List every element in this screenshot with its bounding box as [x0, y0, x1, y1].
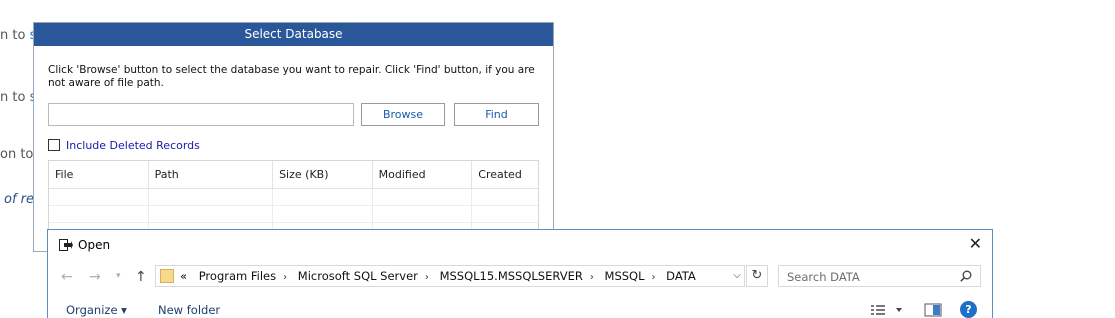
forward-arrow-icon[interactable]: → [89, 269, 101, 285]
find-button[interactable]: Find [454, 103, 539, 126]
column-header-path[interactable]: Path [149, 161, 274, 188]
background-italic-text: of re [4, 192, 35, 207]
organize-menu-button[interactable]: Organize ▾ [66, 303, 127, 317]
background-text-line-1: n to s [0, 28, 36, 43]
column-header-file[interactable]: File [49, 161, 149, 188]
dialog-title: Select Database [34, 23, 553, 46]
address-bar[interactable]: « Program Files › Microsoft SQL Server › M… [155, 265, 745, 287]
open-dialog-title: Open [78, 238, 111, 252]
select-database-dialog: Select Database Click 'Browse' button to… [33, 22, 554, 252]
include-deleted-records-option[interactable]: Include Deleted Records [48, 138, 200, 152]
column-header-modified[interactable]: Modified [373, 161, 473, 188]
search-icon[interactable] [960, 270, 972, 282]
instruction-text: Click 'Browse' button to select the data… [48, 64, 535, 89]
open-file-icon [59, 239, 73, 251]
breadcrumb-separator-icon[interactable]: › [425, 272, 429, 283]
breadcrumb-item[interactable]: Microsoft SQL Server [298, 269, 418, 283]
open-dialog-toolbar: Organize ▾ New folder ? [48, 300, 992, 318]
change-view-icon[interactable] [869, 303, 909, 317]
breadcrumb-separator-icon[interactable]: › [283, 272, 287, 283]
up-arrow-icon[interactable]: ↑ [135, 269, 147, 285]
breadcrumb-item[interactable]: DATA [666, 269, 696, 283]
file-path-input[interactable] [48, 103, 354, 126]
breadcrumb-separator-icon[interactable]: › [652, 272, 656, 283]
background-text: n to [0, 90, 30, 105]
breadcrumb: « Program Files › Microsoft SQL Server › M… [180, 269, 696, 283]
open-dialog-titlebar: Open ✕ [48, 230, 992, 260]
recent-locations-chevron-icon[interactable]: ▾ [116, 271, 121, 281]
include-deleted-records-label[interactable]: Include Deleted Records [66, 139, 200, 152]
new-folder-button[interactable]: New folder [158, 303, 220, 317]
table-row[interactable] [49, 189, 538, 206]
column-header-size[interactable]: Size (KB) [273, 161, 373, 188]
include-deleted-records-checkbox[interactable] [48, 139, 60, 151]
background-text: n to [0, 28, 30, 43]
screen: n to s n to s on to of re Select Databas… [0, 0, 1115, 318]
folder-icon [160, 269, 174, 283]
help-icon[interactable]: ? [960, 301, 977, 318]
background-text-line-3: on to [0, 147, 33, 162]
back-arrow-icon[interactable]: ← [61, 269, 73, 285]
refresh-icon[interactable]: ↻ [746, 265, 768, 287]
search-box[interactable]: Search DATA [778, 265, 981, 287]
background-text: on to [0, 147, 34, 162]
background-text-line-2: n to s [0, 90, 36, 105]
open-file-dialog: Open ✕ ← → ▾ ↑ « Program Files › Microsof… [47, 229, 993, 318]
close-icon[interactable]: ✕ [969, 236, 982, 252]
search-placeholder[interactable]: Search DATA [787, 270, 860, 284]
preview-pane-icon[interactable] [924, 303, 942, 317]
address-dropdown-chevron-icon[interactable]: ⌵ [729, 270, 745, 281]
breadcrumb-item[interactable]: MSSQL15.MSSQLSERVER [440, 269, 583, 283]
breadcrumb-overflow[interactable]: « [180, 269, 187, 283]
browse-button[interactable]: Browse [361, 103, 445, 126]
breadcrumb-item[interactable]: MSSQL [605, 269, 645, 283]
column-header-created[interactable]: Created [472, 161, 538, 188]
table-row[interactable] [49, 206, 538, 223]
table-header: File Path Size (KB) Modified Created [49, 161, 538, 189]
breadcrumb-item[interactable]: Program Files [199, 269, 276, 283]
breadcrumb-separator-icon[interactable]: › [590, 272, 594, 283]
